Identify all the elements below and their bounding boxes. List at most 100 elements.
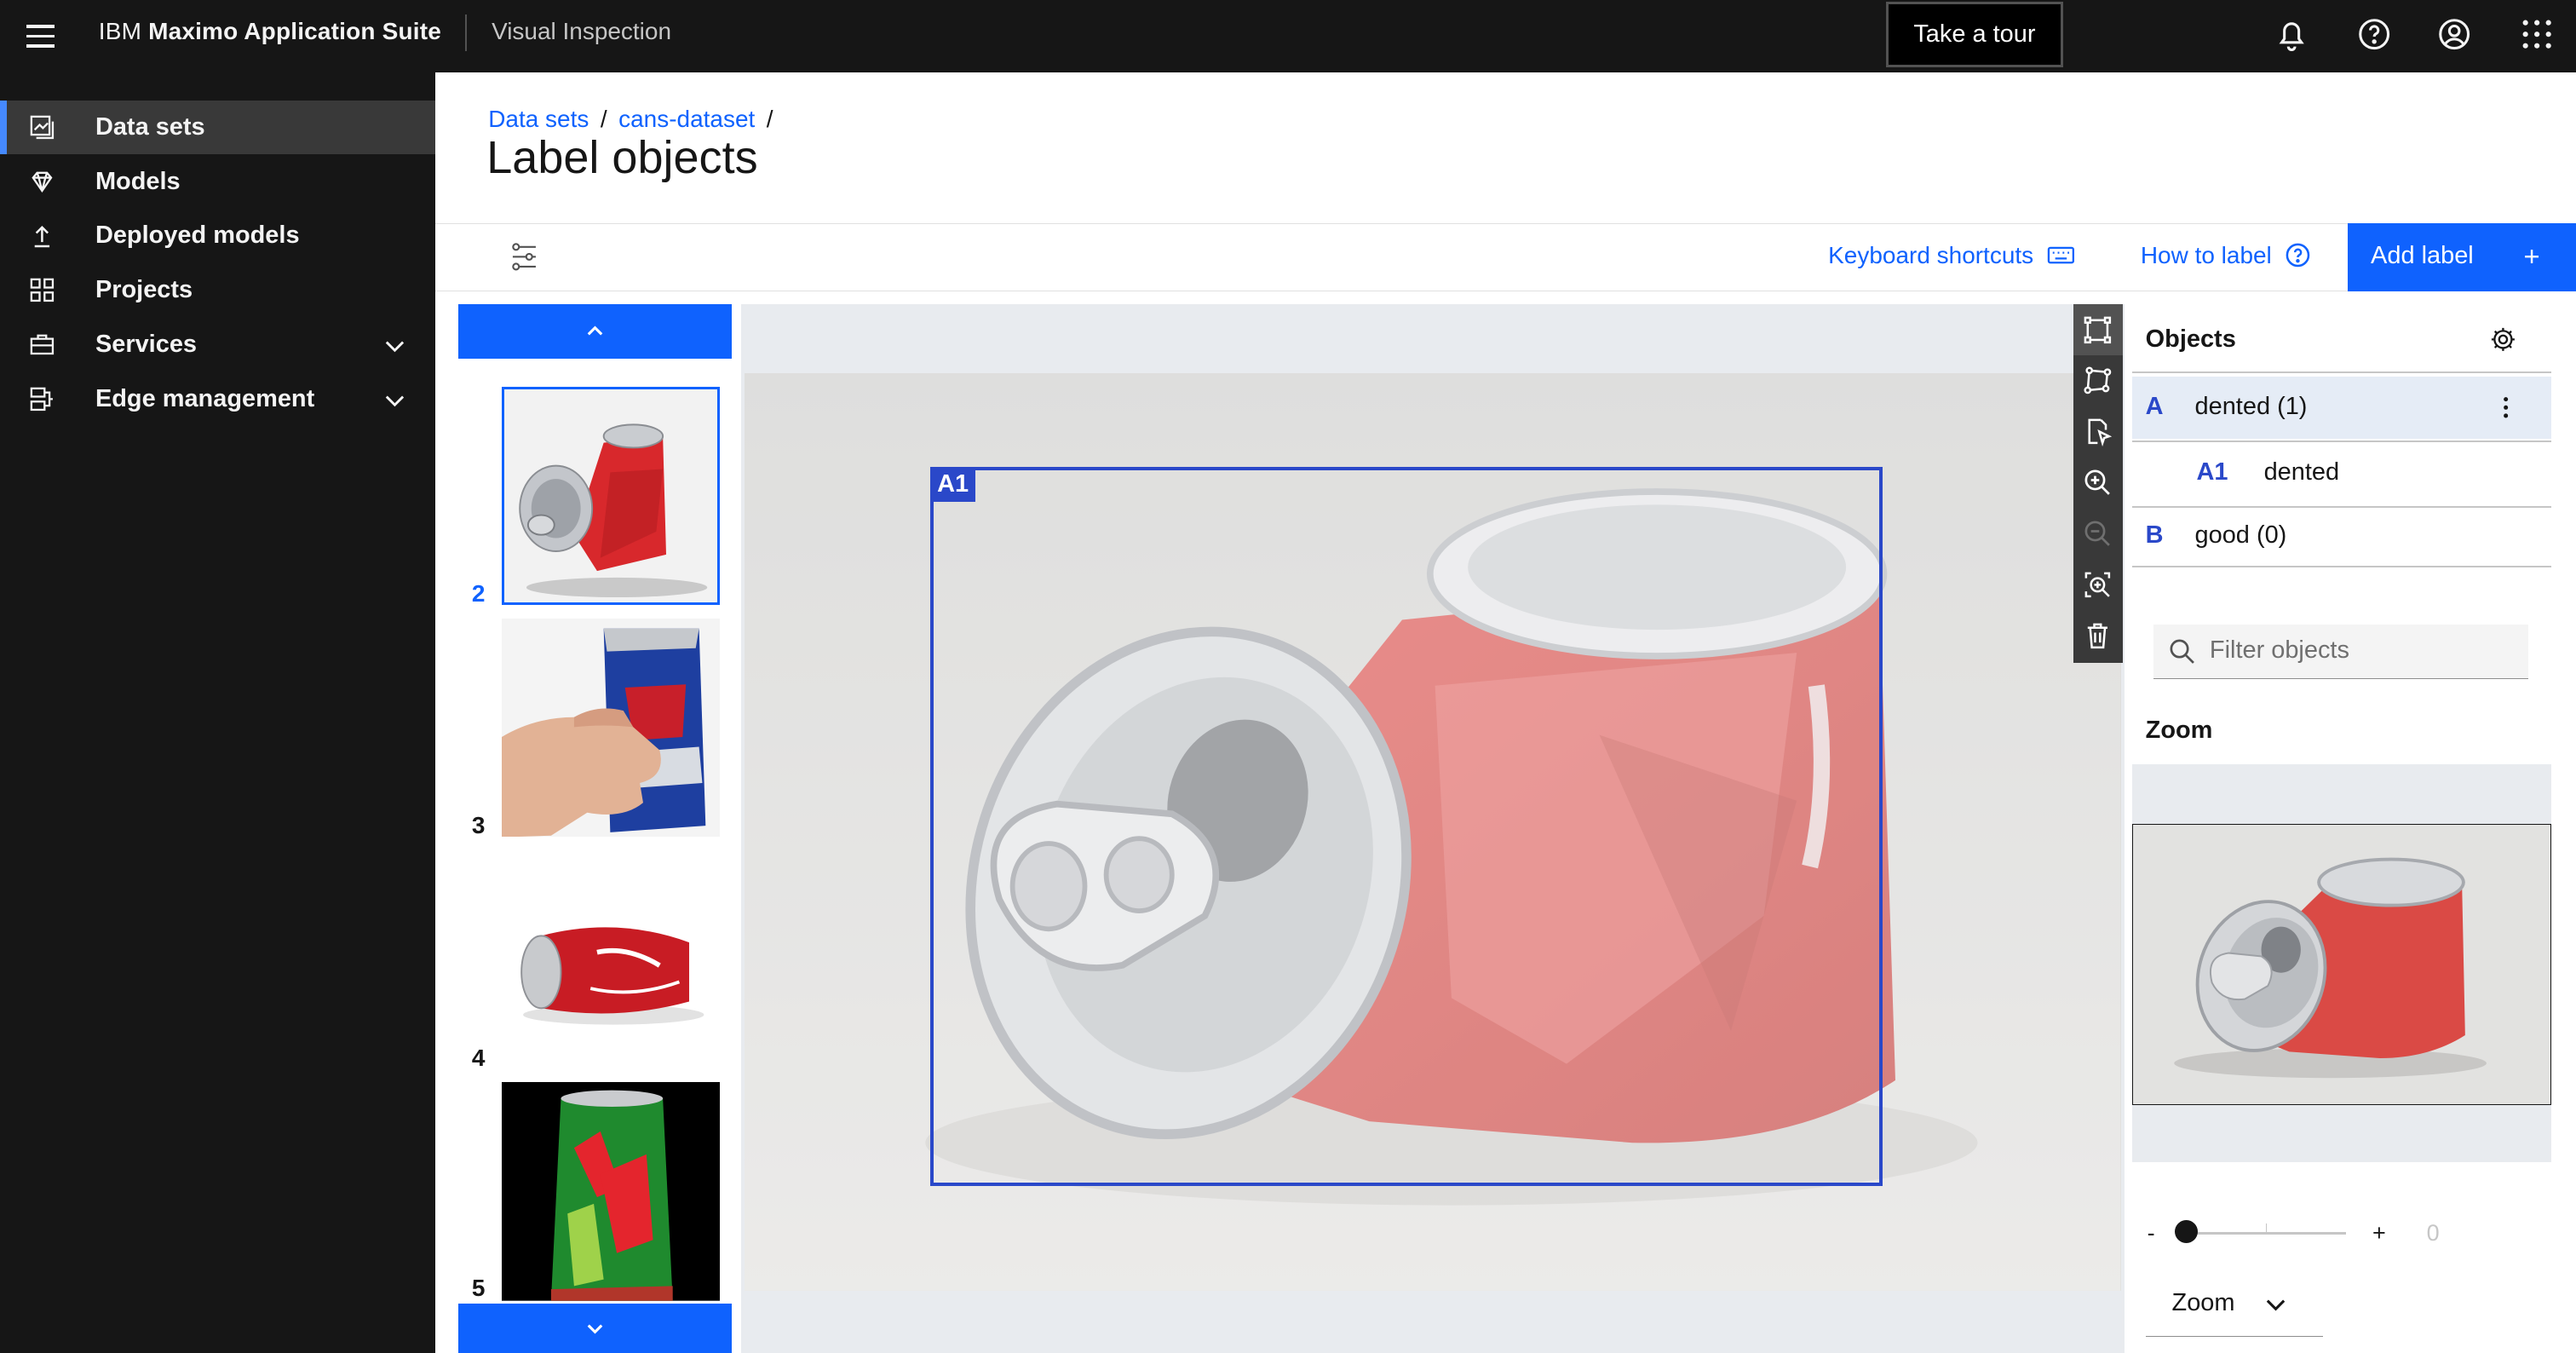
chevron-down-icon <box>587 1324 603 1334</box>
thumbnail-number: 3 <box>471 812 486 839</box>
settings-adjust-icon[interactable] <box>511 242 538 272</box>
keyboard-shortcuts-link[interactable]: Keyboard shortcuts <box>1828 242 2074 269</box>
thumbnails-scroll-down-button[interactable] <box>458 1304 732 1353</box>
app-switcher-icon[interactable] <box>2517 14 2556 54</box>
help-icon <box>2286 243 2310 268</box>
header-divider <box>465 14 468 51</box>
brand-title[interactable]: IBM Maximo Application Suite <box>99 18 441 45</box>
sidebar-item-label: Data sets <box>95 113 205 141</box>
select-tool[interactable] <box>2073 406 2123 458</box>
keyboard-icon <box>2047 246 2074 264</box>
trash-icon <box>2088 623 2108 648</box>
zoom-preview[interactable] <box>2132 823 2552 1105</box>
thumbnail-green-can[interactable] <box>501 1081 721 1301</box>
breadcrumb-cans-dataset[interactable]: cans-dataset <box>618 106 755 132</box>
label-row-dented[interactable]: A dented (1) <box>2132 376 2552 440</box>
thumbnails-scroll-up-button[interactable] <box>458 304 732 359</box>
zoom-area-icon <box>2084 572 2111 597</box>
image-green-can <box>501 1081 721 1301</box>
chevron-up-icon <box>587 325 603 336</box>
how-to-label-link[interactable]: How to label <box>2141 242 2311 269</box>
edge-icon <box>28 385 56 413</box>
draw-box-icon <box>2084 316 2112 343</box>
chevron-down-icon <box>385 395 404 406</box>
image-crushed-red-can <box>501 386 721 606</box>
label-key: B <box>2145 521 2164 549</box>
sidebar-item-models[interactable]: Models <box>0 154 435 209</box>
sidebar-item-services[interactable]: Services <box>0 317 435 371</box>
take-tour-button[interactable]: Take a tour <box>1885 1 2064 68</box>
object-key: A1 <box>2196 458 2228 487</box>
keyboard-shortcuts-label: Keyboard shortcuts <box>1828 241 2034 268</box>
zoom-slider-track[interactable] <box>2188 1231 2347 1235</box>
breadcrumb-data-sets[interactable]: Data sets <box>488 106 589 132</box>
breadcrumb-separator: / <box>600 105 607 132</box>
zoom-out-icon <box>2084 521 2111 546</box>
add-label-text: Add label <box>2371 241 2474 269</box>
object-row-a1[interactable]: A1 dented <box>2132 442 2551 504</box>
data-sets-icon <box>28 113 56 141</box>
side-nav: Data sets Models Deployed models Project… <box>0 72 436 1353</box>
chevron-down-icon <box>385 341 404 353</box>
thumbnail-number: 2 <box>471 580 486 607</box>
overflow-menu-icon[interactable] <box>2498 391 2514 424</box>
draw-polygon-icon <box>2084 366 2112 394</box>
zoom-in-tool[interactable] <box>2073 458 2123 509</box>
object-name: dented <box>2263 458 2340 487</box>
image-hand-crushing-can <box>501 618 721 838</box>
filter-objects-input[interactable] <box>2206 634 2519 666</box>
model-icon <box>28 168 56 196</box>
canvas-tools <box>2073 304 2123 663</box>
zoom-slider-tick <box>2265 1223 2268 1232</box>
thumbnail-red-can-side[interactable] <box>501 849 721 1069</box>
thumbnail-strip: 2 3 4 5 <box>458 358 732 1304</box>
label-name: dented (1) <box>2194 393 2308 421</box>
sidebar-item-deployed-models[interactable]: Deployed models <box>0 209 435 263</box>
image-zoom-preview <box>2133 824 2551 1104</box>
delete-tool[interactable] <box>2073 610 2123 661</box>
zoom-area-tool[interactable] <box>2073 559 2123 610</box>
label-name: good (0) <box>2194 521 2287 549</box>
breadcrumb: Data sets / cans-dataset / <box>488 106 785 133</box>
zoom-max-label: + <box>2372 1220 2386 1246</box>
image-red-can <box>501 849 721 1069</box>
services-icon <box>28 331 56 359</box>
notification-icon[interactable] <box>2272 14 2311 54</box>
sidebar-item-label: Projects <box>95 276 193 304</box>
add-label-button[interactable]: Add label + <box>2348 223 2576 291</box>
label-key: A <box>2145 393 2164 421</box>
zoom-dropdown[interactable]: Zoom <box>2145 1280 2324 1338</box>
polygon-tool[interactable] <box>2073 355 2123 406</box>
filter-objects-field[interactable] <box>2153 625 2529 680</box>
help-icon[interactable] <box>2355 14 2394 54</box>
divider <box>2132 565 2552 567</box>
zoom-out-tool[interactable] <box>2073 508 2123 559</box>
sidebar-item-label: Edge management <box>95 384 315 412</box>
thumbnail-crushed-red-can[interactable] <box>501 386 721 606</box>
add-icon: + <box>2523 239 2540 272</box>
user-avatar-icon[interactable] <box>2435 14 2474 54</box>
thumbnail-hand-can[interactable] <box>501 618 721 838</box>
top-header: IBM Maximo Application Suite Visual Insp… <box>0 0 2576 72</box>
sidebar-item-edge-management[interactable]: Edge management <box>0 371 435 426</box>
label-row-good[interactable]: B good (0) <box>2132 505 2551 567</box>
sidebar-item-label: Models <box>95 167 181 195</box>
bounding-box-label: A1 <box>930 467 975 502</box>
menu-icon[interactable] <box>23 18 59 54</box>
zoom-in-icon <box>2084 469 2111 495</box>
chevron-down-icon <box>2266 1299 2285 1311</box>
projects-icon <box>28 276 56 304</box>
sidebar-item-label: Deployed models <box>95 222 300 250</box>
breadcrumb-separator: / <box>766 105 773 132</box>
bounding-box-a1[interactable] <box>930 467 1883 1186</box>
zoom-title: Zoom <box>2145 717 2213 745</box>
sidebar-item-data-sets[interactable]: Data sets <box>0 100 436 155</box>
zoom-min-label: - <box>2147 1220 2155 1246</box>
bounding-box-tool[interactable] <box>2073 304 2123 355</box>
settings-icon[interactable] <box>2489 325 2517 354</box>
sidebar-item-projects[interactable]: Projects <box>0 263 435 318</box>
search-icon <box>2170 639 2194 664</box>
page-title: Label objects <box>486 132 758 184</box>
thumbnail-number: 5 <box>471 1274 486 1301</box>
objects-title: Objects <box>2145 325 2236 354</box>
